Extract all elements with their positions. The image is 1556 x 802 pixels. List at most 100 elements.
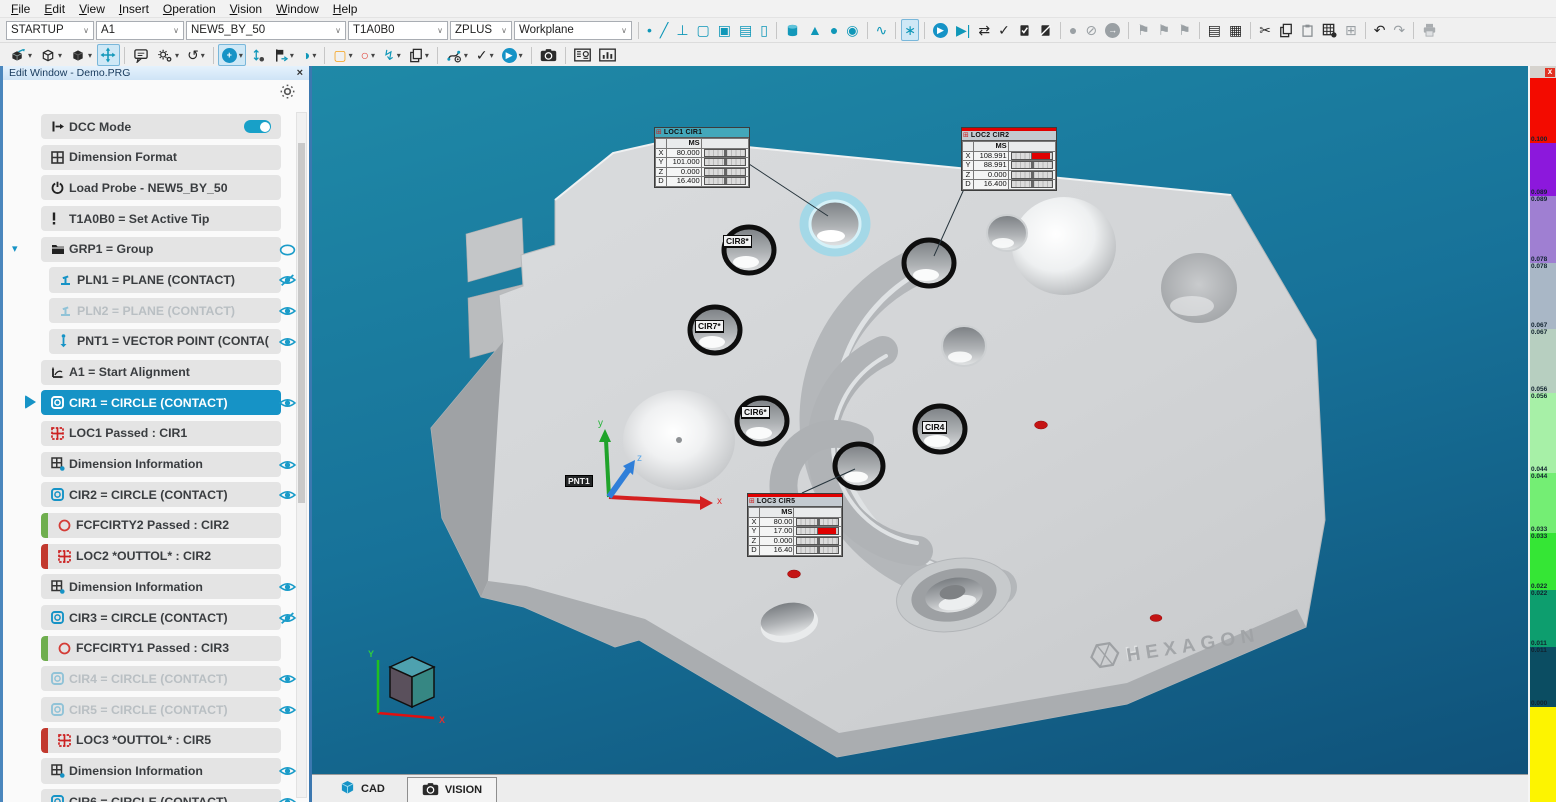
mark-all-icon[interactable]: ✓ (995, 19, 1014, 41)
continue-icon[interactable]: → (1102, 19, 1124, 41)
workplane-dropdown[interactable]: ZPLUS∨ (450, 21, 512, 40)
tree-item-cir3[interactable]: CIR3 = CIRCLE (CONTACT) (41, 605, 281, 630)
bookmark-icon[interactable]: ⚑ (1134, 19, 1154, 41)
report-preview-icon[interactable] (570, 44, 594, 66)
visibility-on-icon[interactable] (279, 488, 296, 500)
line-feature-icon[interactable]: ╱ (656, 19, 671, 41)
tree-item-loc3[interactable]: LOC3 *OUTTOL* : CIR5 (41, 728, 281, 753)
pages-icon[interactable]: ▾ (405, 44, 432, 66)
menu-view[interactable]: View (72, 2, 112, 16)
visibility-on-icon[interactable] (279, 580, 296, 592)
menu-help[interactable]: Help (326, 2, 365, 16)
optimization-icon[interactable]: ▾ (154, 44, 183, 66)
menu-insert[interactable]: Insert (112, 2, 156, 16)
orientation-cube-gizmo[interactable]: X Y (368, 649, 445, 725)
rectangle-feature-icon[interactable]: ▯ (757, 19, 772, 41)
snapshot-icon[interactable] (536, 44, 560, 66)
tree-item-cir4[interactable]: CIR4 = CIRCLE (CONTACT) (41, 666, 281, 691)
rotate-icon[interactable]: ↺▾ (184, 44, 209, 66)
gauge-icon[interactable]: ○▾ (357, 44, 378, 66)
view-orientation-icon[interactable]: ▾ (7, 44, 36, 66)
probe-nav-icon[interactable]: +▾ (218, 44, 246, 66)
edit-window-titlebar[interactable]: Edit Window - Demo.PRG × (3, 66, 309, 80)
tree-item-cir1[interactable]: CIR1 = CIRCLE (CONTACT) (41, 390, 281, 415)
pattern-icon[interactable]: ⊞ (1341, 19, 1360, 41)
solid-view-icon[interactable]: ▾ (67, 44, 96, 66)
tree-item-dim-info-1[interactable]: Dimension Information (41, 452, 281, 477)
path-optimize-icon[interactable]: ▾ (442, 44, 471, 66)
print-icon[interactable] (1419, 19, 1441, 41)
tree-item-dim-info-3[interactable]: Dimension Information (41, 758, 281, 783)
verify-icon[interactable]: ✓▾ (472, 44, 497, 66)
visibility-off-icon[interactable] (279, 273, 296, 285)
probe-file-icon[interactable]: ▾ (269, 44, 297, 66)
tree-item-pnt1[interactable]: PNT1 = VECTOR POINT (CONTA( (49, 329, 281, 354)
visibility-on-icon[interactable] (279, 703, 296, 715)
tree-expander-icon[interactable]: ▾ (12, 242, 18, 255)
startup-dropdown[interactable]: STARTUP∨ (6, 21, 94, 40)
point-feature-icon[interactable]: • (644, 19, 656, 41)
cad-elements-icon[interactable]: ▢▾ (330, 44, 356, 66)
report-icon[interactable]: ▤ (1204, 19, 1224, 41)
execute-from-cursor-icon[interactable]: ▶| (952, 19, 973, 41)
bookmark-add-icon[interactable]: ⚑ (1154, 19, 1174, 41)
tree-item-fcfcirty1[interactable]: FCFCIRTY1 Passed : CIR3 (41, 636, 281, 661)
tab-vision[interactable]: VISION (407, 777, 497, 802)
visibility-on-icon[interactable] (279, 396, 296, 408)
cone-feature-icon[interactable]: ▲ (804, 19, 825, 41)
tree-item-a1[interactable]: A1 = Start Alignment (41, 360, 281, 385)
tip-dropdown[interactable]: T1A0B0∨ (348, 21, 448, 40)
tree-scrollbar-thumb[interactable] (298, 143, 305, 503)
visibility-on-icon[interactable] (279, 795, 296, 802)
tree-item-dimension-format[interactable]: Dimension Format (41, 145, 281, 170)
probe-vector-icon[interactable] (247, 44, 268, 66)
menu-edit[interactable]: Edit (37, 2, 72, 16)
probe-dropdown[interactable]: NEW5_BY_50∨ (186, 21, 346, 40)
plane-feature-icon[interactable]: ⊥ (673, 19, 692, 41)
visibility-on-icon[interactable] (279, 335, 296, 347)
sphere-feature-icon[interactable]: ● (826, 19, 841, 41)
cad-viewport[interactable]: H HEXAGON x y z (312, 66, 1528, 802)
tree-scrollbar[interactable] (296, 112, 307, 798)
close-icon[interactable]: × (297, 68, 303, 78)
tree-item-set-active-tip[interactable]: T1A0B0 = Set Active Tip (41, 206, 281, 231)
circle-feature-icon[interactable]: ▢ (693, 19, 713, 41)
menu-file[interactable]: File (4, 2, 37, 16)
auto-feature-icon[interactable]: ∗ (901, 19, 920, 41)
curve-feature-icon[interactable]: ∿ (872, 19, 891, 41)
comment-icon[interactable] (130, 44, 153, 66)
execute-icon[interactable]: ▶▾ (498, 44, 526, 66)
visibility-on-icon[interactable] (279, 672, 296, 684)
tab-cad[interactable]: CAD (326, 776, 399, 802)
dcc-mode-toggle[interactable] (244, 120, 271, 133)
execute-program-icon[interactable]: ▶ (929, 19, 951, 41)
tree-item-load-probe[interactable]: Load Probe - NEW5_BY_50 (41, 175, 281, 200)
tree-item-pln2[interactable]: PLN2 = PLANE (CONTACT) (49, 298, 281, 323)
round-slot-feature-icon[interactable]: ▣ (714, 19, 734, 41)
stop-disabled-icon[interactable]: ⊘ (1082, 19, 1101, 41)
tessellation-icon[interactable]: ◑▾ (298, 44, 319, 66)
bookmark-remove-icon[interactable]: ⚑ (1175, 19, 1195, 41)
tree-item-cir5[interactable]: CIR5 = CIRCLE (CONTACT) (41, 697, 281, 722)
tree-item-loc1[interactable]: LOC1 Passed : CIR1 (41, 421, 281, 446)
menu-vision[interactable]: Vision (223, 2, 269, 16)
copy-icon[interactable] (1275, 19, 1296, 41)
undo-icon[interactable]: ↶ (1370, 19, 1389, 41)
pan-icon[interactable] (97, 44, 120, 66)
tree-item-dim-info-2[interactable]: Dimension Information (41, 574, 281, 599)
menu-window[interactable]: Window (269, 2, 326, 16)
square-slot-feature-icon[interactable]: ▤ (736, 19, 756, 41)
tree-item-fcfcirty2[interactable]: FCFCIRTY2 Passed : CIR2 (41, 513, 281, 538)
tree-item-cir6[interactable]: CIR6 = CIRCLE (CONTACT) (41, 789, 281, 802)
cylinder-feature-icon[interactable] (781, 19, 803, 41)
tree-item-loc2[interactable]: LOC2 *OUTTOL* : CIR2 (41, 544, 281, 569)
alignment-dropdown[interactable]: A1∨ (96, 21, 184, 40)
report-template-icon[interactable]: ▦ (1225, 19, 1245, 41)
clear-marks-icon[interactable] (1035, 19, 1055, 41)
gear-icon[interactable] (280, 84, 295, 104)
view-dropdown[interactable]: Workplane∨ (514, 21, 632, 40)
pattern-settings-icon[interactable] (1318, 19, 1340, 41)
tree-item-grp1[interactable]: GRP1 = Group (41, 237, 281, 262)
tree-item-cir2[interactable]: CIR2 = CIRCLE (CONTACT) (41, 482, 281, 507)
cut-icon[interactable]: ✂ (1256, 19, 1275, 41)
